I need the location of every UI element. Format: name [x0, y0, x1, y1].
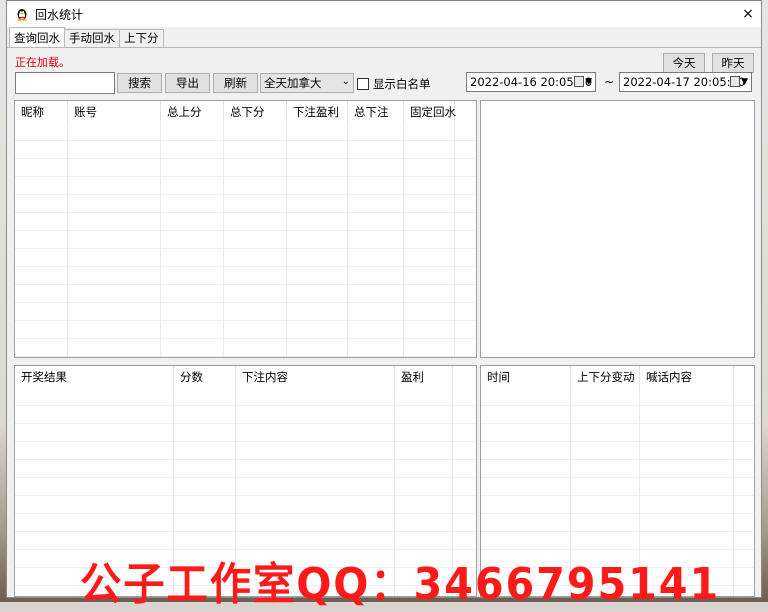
- column-header[interactable]: 上下分变动: [571, 366, 640, 388]
- checkbox-box[interactable]: [357, 78, 369, 90]
- tab-divider: [7, 47, 761, 48]
- search-input[interactable]: [15, 72, 115, 94]
- tab-credit-debit[interactable]: 上下分: [119, 29, 164, 47]
- tab-strip: 查询回水 手动回水 上下分: [9, 27, 164, 47]
- column-header[interactable]: 账号: [68, 101, 161, 123]
- draw-results-table-header: 开奖结果 分数 下注内容 盈利: [15, 366, 476, 388]
- close-button[interactable]: ×: [735, 1, 761, 27]
- summary-table-body: [15, 123, 476, 357]
- status-text: 正在加载。: [15, 56, 70, 69]
- column-header[interactable]: 喊话内容: [640, 366, 734, 388]
- date-to-picker[interactable]: 2022-04-17 20:05:00 ▼: [619, 72, 752, 92]
- column-header[interactable]: 总上分: [161, 101, 224, 123]
- column-header[interactable]: 盈利: [395, 366, 453, 388]
- export-button[interactable]: 导出: [165, 73, 210, 93]
- column-header[interactable]: 总下分: [224, 101, 287, 123]
- mode-select-value: 全天加拿大: [264, 76, 322, 90]
- activity-log-table-header: 时间 上下分变动 喊话内容: [481, 366, 754, 388]
- main-window: 回水统计 × 查询回水 手动回水 上下分 正在加载。 今天 昨天 搜索 导出 刷…: [6, 0, 762, 598]
- today-button[interactable]: 今天: [663, 53, 705, 73]
- penguin-icon: [15, 7, 29, 21]
- column-header[interactable]: 昵称: [15, 101, 68, 123]
- calendar-dropdown-icon[interactable]: ▼: [574, 76, 592, 87]
- column-header[interactable]: 固定回水: [404, 101, 456, 123]
- detail-panel[interactable]: [480, 100, 755, 358]
- tab-manual-rebate[interactable]: 手动回水: [64, 29, 120, 47]
- watermark-text: 公子工作室QQ：3466795141: [80, 559, 721, 610]
- window-title: 回水统计: [35, 7, 84, 22]
- search-button[interactable]: 搜索: [117, 73, 162, 93]
- show-whitelist-label: 显示白名单: [373, 77, 431, 91]
- date-to-value: 2022-04-17 20:05:00: [623, 75, 746, 89]
- show-whitelist-checkbox[interactable]: 显示白名单: [357, 76, 431, 92]
- calendar-dropdown-icon[interactable]: ▼: [730, 76, 748, 87]
- title-bar[interactable]: 回水统计 ×: [7, 1, 761, 27]
- column-header[interactable]: 时间: [481, 366, 571, 388]
- chevron-down-icon: ⌄: [341, 76, 350, 87]
- column-header[interactable]: 总下注: [348, 101, 404, 123]
- date-from-picker[interactable]: 2022-04-16 20:05:00 ▼: [466, 72, 596, 92]
- mode-select[interactable]: 全天加拿大 ⌄: [260, 73, 354, 93]
- tab-query-rebate[interactable]: 查询回水: [9, 27, 65, 47]
- column-header[interactable]: 下注内容: [236, 366, 395, 388]
- column-header[interactable]: 下注盈利: [287, 101, 348, 123]
- date-separator: ~: [604, 75, 615, 89]
- refresh-button[interactable]: 刷新: [213, 73, 258, 93]
- column-header[interactable]: 分数: [174, 366, 236, 388]
- summary-table[interactable]: 昵称 账号 总上分 总下分 下注盈利 总下注 固定回水: [14, 100, 477, 358]
- column-header[interactable]: 开奖结果: [15, 366, 174, 388]
- summary-table-header: 昵称 账号 总上分 总下分 下注盈利 总下注 固定回水: [15, 101, 476, 123]
- yesterday-button[interactable]: 昨天: [712, 53, 754, 73]
